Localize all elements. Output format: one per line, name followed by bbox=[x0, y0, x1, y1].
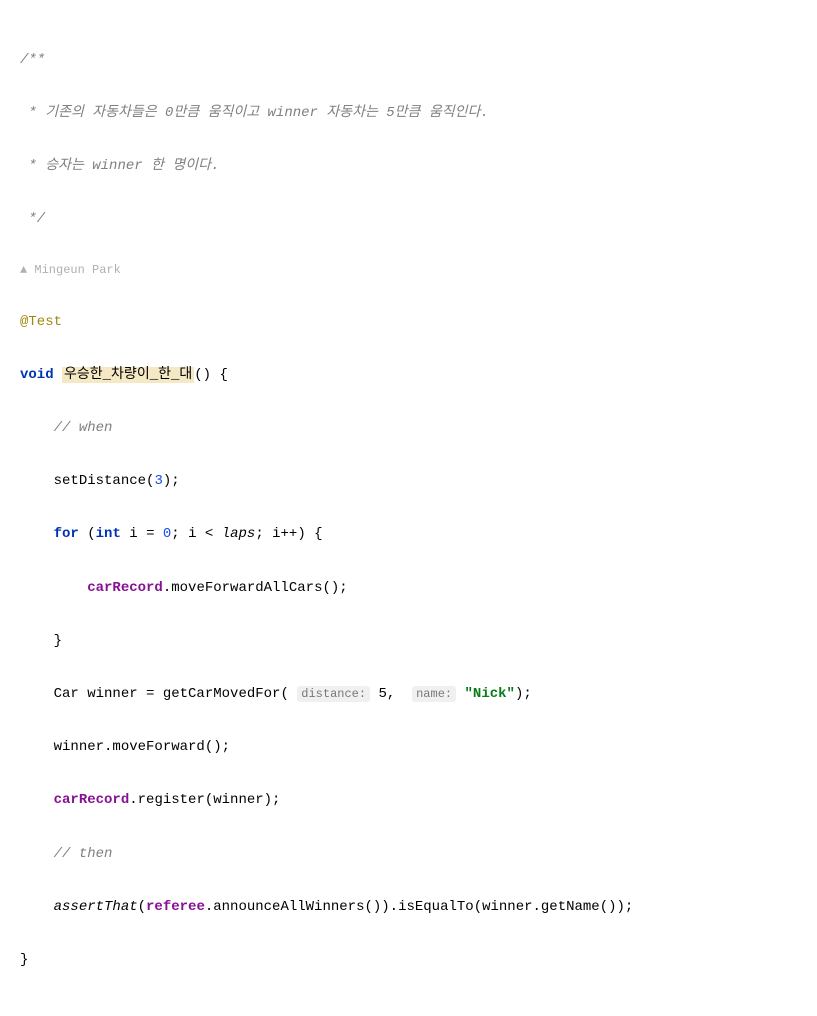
author-hint: ▲ Mingeun Park bbox=[20, 259, 797, 282]
doc-line2: * 승자는 winner 한 명이다. bbox=[20, 153, 797, 180]
moveforward-call: carRecord.moveForwardAllCars(); bbox=[20, 575, 797, 602]
setdistance-call: setDistance(3); bbox=[20, 468, 797, 495]
comment-when: // when bbox=[20, 415, 797, 442]
car-decl: Car winner = getCarMovedFor( distance: 5… bbox=[20, 681, 797, 708]
method-signature: void 우승한_차량이_한_대() { bbox=[20, 362, 797, 389]
comment-then: // then bbox=[20, 841, 797, 868]
winner-move: winner.moveForward(); bbox=[20, 734, 797, 761]
param-hint-distance: distance: bbox=[297, 686, 370, 702]
method-name-highlight: 우승한_차량이_한_대 bbox=[62, 367, 194, 383]
doc-line1: * 기존의 자동차들은 0만큼 움직이고 winner 자동차는 5만큼 움직인… bbox=[20, 100, 797, 127]
annotation-line: @Test bbox=[20, 309, 797, 336]
method-close: } bbox=[20, 947, 797, 974]
doc-open: /** bbox=[20, 47, 797, 74]
assert-line: assertThat(referee.announceAllWinners())… bbox=[20, 894, 797, 921]
param-hint-name: name: bbox=[412, 686, 456, 702]
for-close: } bbox=[20, 628, 797, 655]
code-editor[interactable]: /** * 기존의 자동차들은 0만큼 움직이고 winner 자동차는 5만큼… bbox=[20, 20, 797, 1000]
register-call: carRecord.register(winner); bbox=[20, 787, 797, 814]
for-loop: for (int i = 0; i < laps; i++) { bbox=[20, 521, 797, 548]
doc-close: */ bbox=[20, 206, 797, 233]
person-icon: ▲ bbox=[20, 263, 27, 277]
